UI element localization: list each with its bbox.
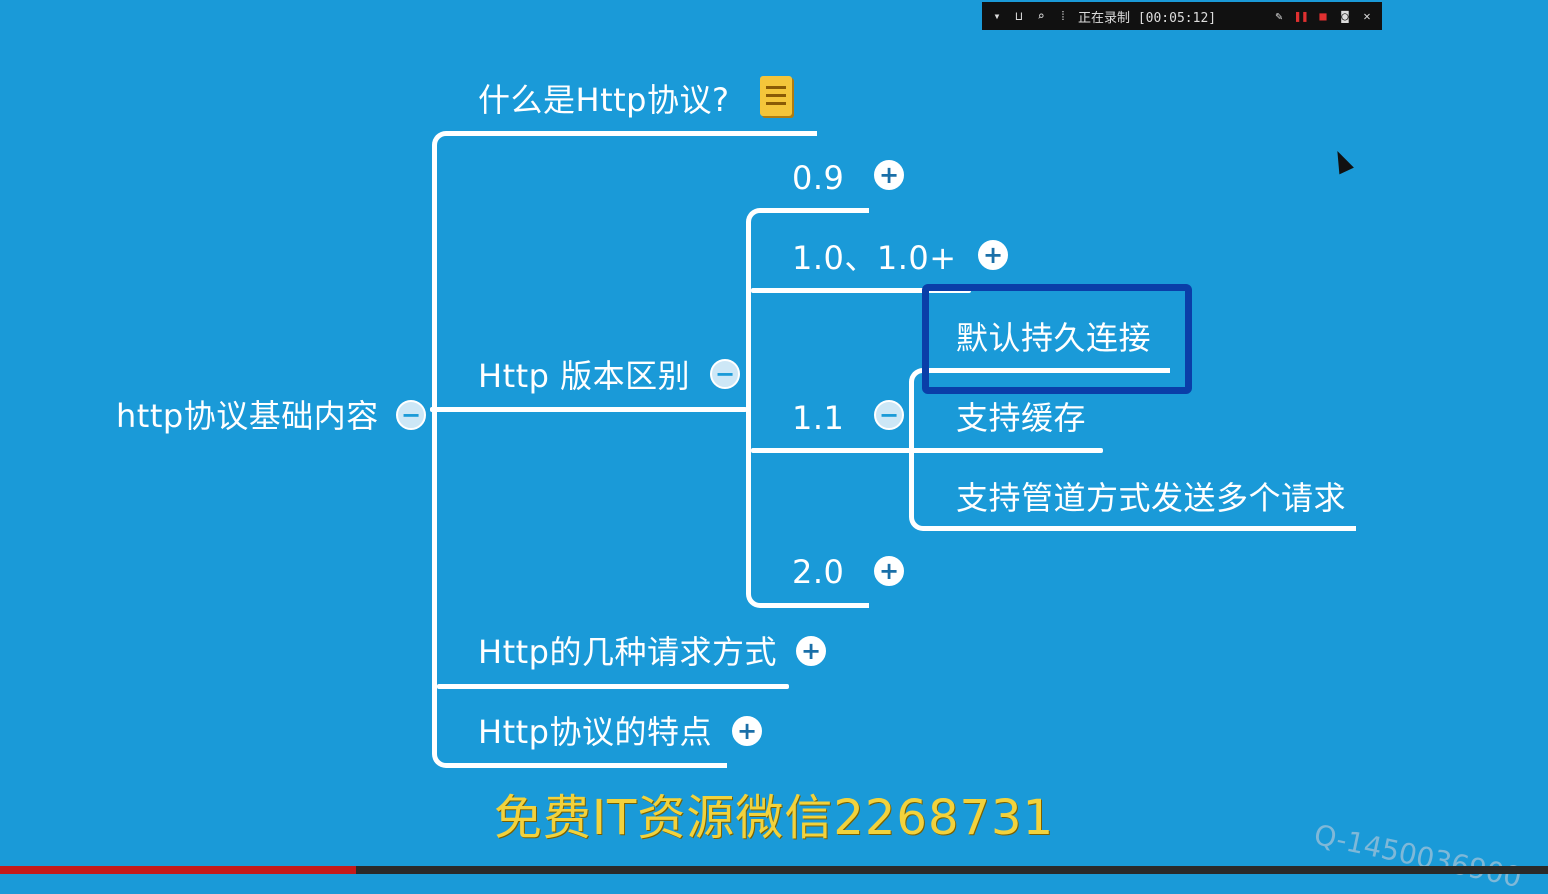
note-icon[interactable]: [760, 76, 792, 116]
topic-what-is-http[interactable]: 什么是Http协议?: [478, 80, 729, 120]
version-10-expand-button[interactable]: +: [978, 240, 1008, 270]
zoom-icon[interactable]: ⌕: [1034, 9, 1048, 23]
root-collapse-button[interactable]: −: [396, 400, 426, 430]
camera-icon[interactable]: ◙: [1338, 9, 1352, 23]
topic-http-features[interactable]: Http协议的特点: [478, 712, 712, 752]
version-11-collapse-button[interactable]: −: [874, 400, 904, 430]
dropdown-icon[interactable]: ▾: [990, 9, 1004, 23]
version-11[interactable]: 1.1: [792, 398, 844, 438]
versions-collapse-button[interactable]: −: [710, 359, 740, 389]
version-10[interactable]: 1.0、1.0+: [792, 238, 957, 278]
feature-pipelining[interactable]: 支持管道方式发送多个请求: [956, 478, 1346, 518]
feature-cache-support[interactable]: 支持缓存: [956, 398, 1086, 438]
features-expand-button[interactable]: +: [732, 716, 762, 746]
mindmap-canvas: ▾ ⊔ ⌕ ⁞ 正在录制 [00:05:12] ✎ ❚❚ ■ ◙ ✕ http协…: [0, 0, 1548, 894]
root-topic[interactable]: http协议基础内容: [116, 396, 379, 436]
video-progress-fill: [0, 866, 357, 874]
version-20-expand-button[interactable]: +: [874, 556, 904, 586]
pause-icon[interactable]: ❚❚: [1294, 9, 1308, 23]
branch-underline-versions: [437, 407, 747, 412]
recorder-toolbar: ▾ ⊔ ⌕ ⁞ 正在录制 [00:05:12] ✎ ❚❚ ■ ◙ ✕: [982, 2, 1382, 30]
close-icon[interactable]: ✕: [1360, 9, 1374, 23]
topic-request-methods[interactable]: Http的几种请求方式: [478, 632, 777, 672]
branch-underline-methods: [437, 684, 789, 689]
stop-icon[interactable]: ■: [1316, 9, 1330, 23]
mouse-cursor-icon: [1330, 147, 1354, 175]
dots-icon[interactable]: ⁞: [1056, 9, 1070, 23]
window-icon[interactable]: ⊔: [1012, 9, 1026, 23]
methods-expand-button[interactable]: +: [796, 636, 826, 666]
version-09[interactable]: 0.9: [792, 158, 844, 198]
version-20[interactable]: 2.0: [792, 552, 844, 592]
recording-status: 正在录制 [00:05:12]: [1078, 10, 1217, 26]
video-progress-bar[interactable]: [0, 866, 1548, 874]
pen-icon[interactable]: ✎: [1272, 9, 1286, 23]
version-09-expand-button[interactable]: +: [874, 160, 904, 190]
feature-persistent-connection[interactable]: 默认持久连接: [956, 318, 1151, 358]
topic-http-versions[interactable]: Http 版本区别: [478, 356, 690, 396]
